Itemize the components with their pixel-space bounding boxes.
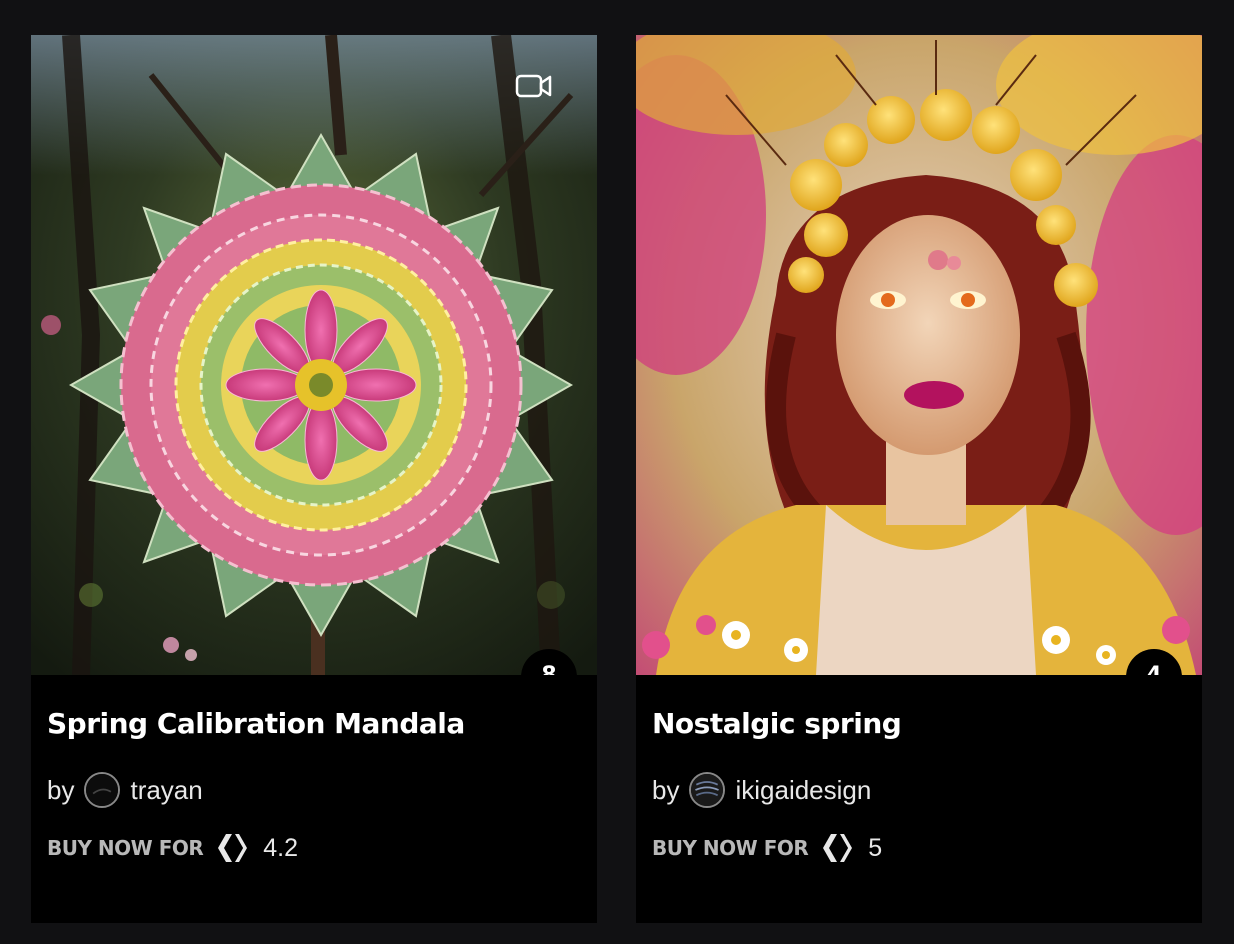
artwork-image-portrait bbox=[636, 35, 1202, 675]
price-row: BUY NOW FOR 4.2 bbox=[47, 830, 298, 866]
avatar-image bbox=[86, 774, 119, 806]
price-value: 4.2 bbox=[263, 833, 299, 862]
avatar[interactable] bbox=[84, 772, 121, 808]
price-row: BUY NOW FOR 5 bbox=[652, 830, 882, 866]
hive-icon bbox=[823, 834, 853, 862]
artwork-image-mandala bbox=[31, 35, 597, 675]
author-line: by trayan bbox=[47, 770, 203, 810]
avatar-image bbox=[691, 774, 724, 806]
nft-title[interactable]: Spring Calibration Mandala bbox=[47, 707, 465, 740]
nft-title[interactable]: Nostalgic spring bbox=[652, 707, 902, 740]
author-name[interactable]: trayan bbox=[130, 775, 202, 806]
nft-card[interactable]: 4 Nostalgic spring by ikigaidesign BUY N… bbox=[636, 35, 1202, 923]
avatar[interactable] bbox=[689, 772, 726, 808]
nft-card[interactable]: 8 Spring Calibration Mandala by trayan B… bbox=[31, 35, 597, 923]
price-value: 5 bbox=[868, 833, 883, 862]
buy-now-label: BUY NOW FOR bbox=[47, 836, 204, 860]
buy-now-label: BUY NOW FOR bbox=[652, 836, 809, 860]
author-name[interactable]: ikigaidesign bbox=[735, 775, 871, 806]
by-label: by bbox=[47, 774, 75, 805]
hive-icon bbox=[218, 834, 248, 862]
nft-grid: 8 Spring Calibration Mandala by trayan B… bbox=[0, 0, 1234, 944]
by-label: by bbox=[652, 774, 680, 805]
artwork-media[interactable]: 8 bbox=[31, 35, 597, 675]
artwork-media[interactable]: 4 bbox=[636, 35, 1202, 675]
video-icon bbox=[515, 74, 552, 98]
author-line: by ikigaidesign bbox=[652, 770, 871, 810]
